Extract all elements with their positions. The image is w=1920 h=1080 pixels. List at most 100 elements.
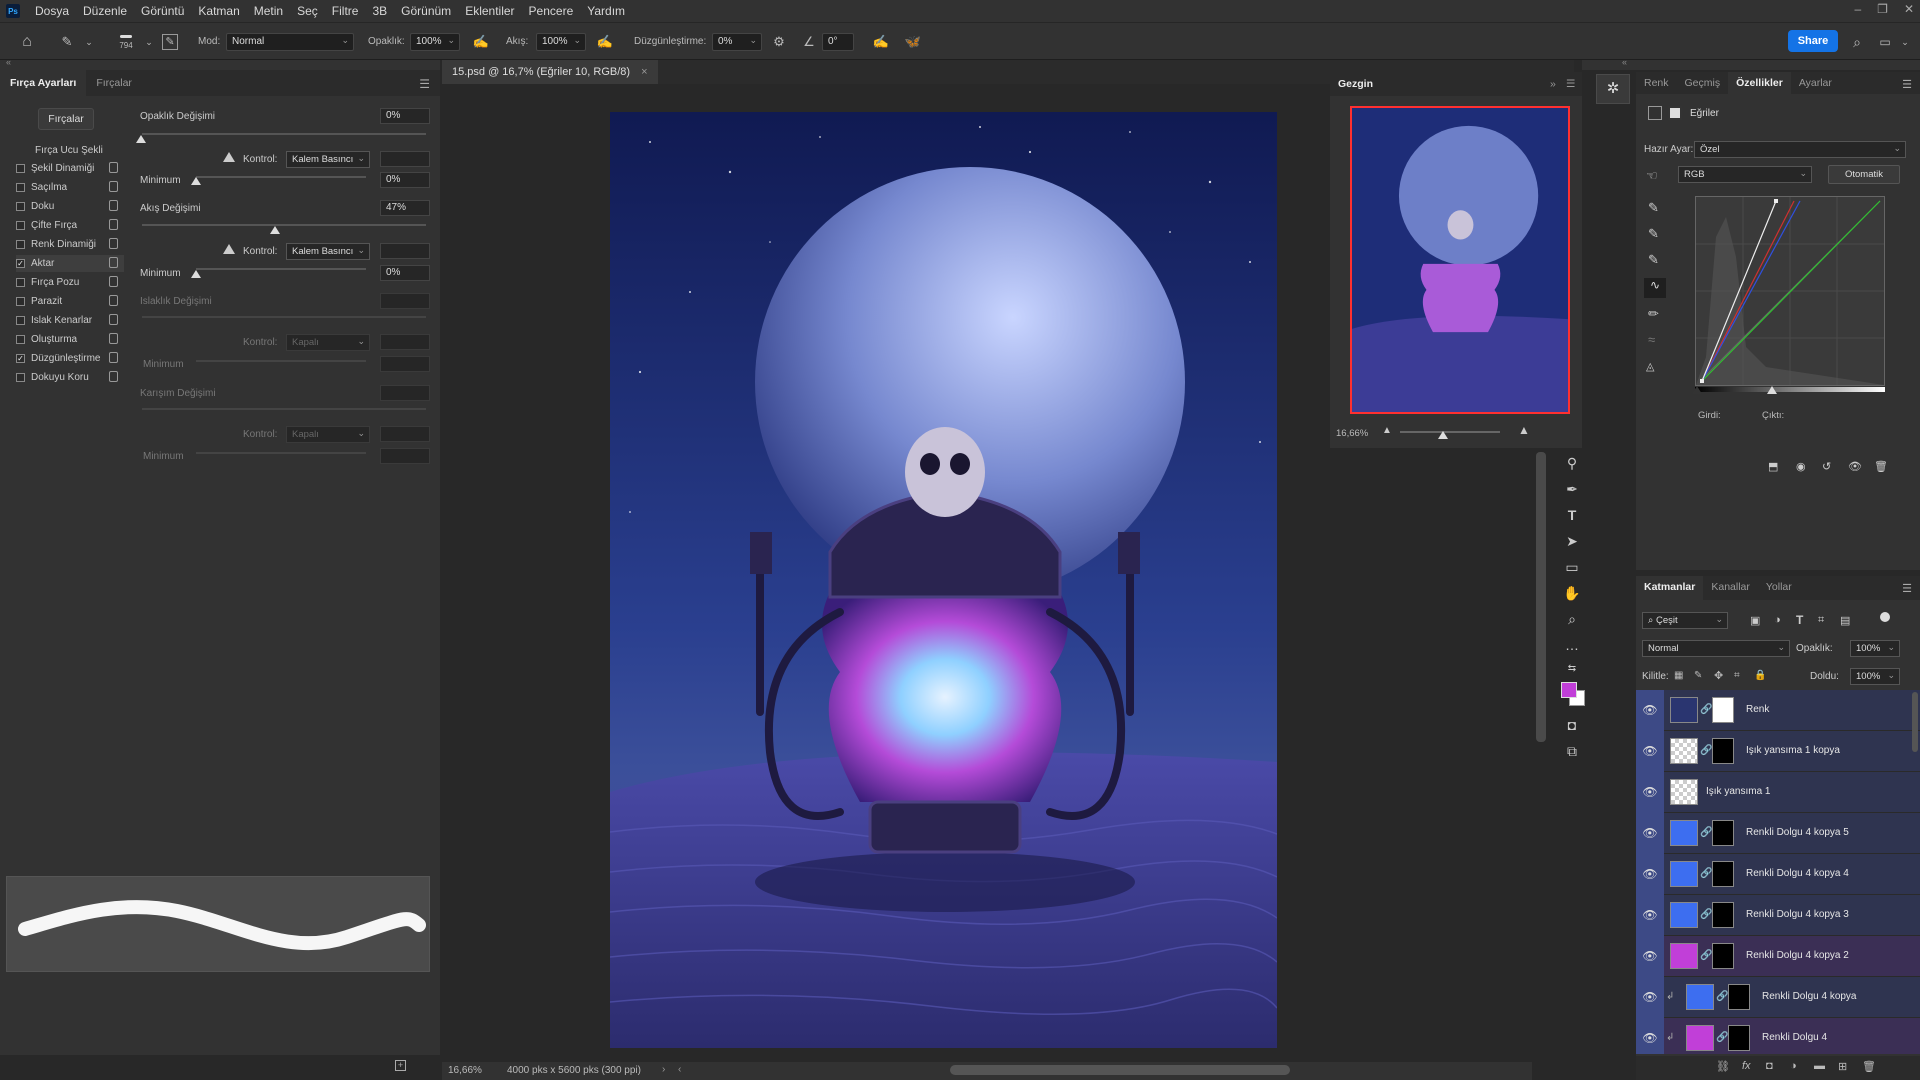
white-point-slider[interactable] (1767, 386, 1777, 394)
eye-icon[interactable]: 👁 (1636, 690, 1664, 731)
smoothing-field[interactable]: 0% ⌄ (712, 33, 762, 51)
layer-row[interactable]: 👁 🔗 Renkli Dolgu 4 kopya 5 (1636, 813, 1920, 854)
rectangle-tool-icon[interactable]: ▭ (1563, 558, 1581, 576)
path-select-tool-icon[interactable]: ➤ (1563, 532, 1581, 550)
reset-icon[interactable]: ↺ (1822, 460, 1831, 473)
eye-icon[interactable]: 👁 (1636, 854, 1664, 895)
tab-brushes[interactable]: Fırçalar (86, 70, 142, 96)
layer-thumbnail[interactable] (1670, 697, 1698, 723)
workspace-icon[interactable]: ▭ (1876, 33, 1894, 51)
zoom-in-icon[interactable]: ▲ (1518, 423, 1530, 437)
targeted-adjust-icon[interactable]: ☜ (1646, 168, 1658, 184)
lock-artboard-icon[interactable]: ⌗ (1734, 670, 1740, 681)
eye-icon[interactable]: 👁 (1636, 895, 1664, 936)
hand-tool-icon[interactable]: ✋ (1563, 584, 1581, 602)
eye-icon[interactable]: 👁 (1636, 977, 1664, 1018)
checkbox[interactable]: ✓ (16, 354, 25, 363)
lock-transparent-icon[interactable]: ▦ (1674, 670, 1683, 681)
pressure-opacity-icon[interactable]: ✍ (472, 33, 490, 51)
clip-to-layer-icon[interactable]: ⬒ (1768, 460, 1778, 473)
link-icon[interactable]: 🔗 (1700, 745, 1712, 756)
lock-icon[interactable] (109, 162, 118, 173)
link-icon[interactable]: 🔗 (1700, 827, 1712, 838)
tab-history[interactable]: Geçmiş (1677, 72, 1729, 94)
layer-thumbnail[interactable] (1686, 1025, 1714, 1051)
layers-scrollbar[interactable] (1912, 692, 1918, 752)
tab-layers[interactable]: Katmanlar (1636, 576, 1704, 600)
delete-layer-icon[interactable]: 🗑 (1862, 1060, 1876, 1073)
auto-button[interactable]: Otomatik (1828, 165, 1900, 184)
brush-setting-item[interactable]: ✓ Düzgünleştirme (16, 350, 124, 367)
brush-preset-picker[interactable]: 794 (112, 29, 140, 55)
lock-icon[interactable] (109, 295, 118, 306)
symmetry-icon[interactable]: 🦋 (904, 33, 922, 51)
mode-select[interactable]: Normal ⌄ (226, 33, 354, 51)
link-icon[interactable]: 🔗 (1716, 991, 1728, 1002)
navigator-thumbnail[interactable] (1350, 106, 1570, 414)
layer-row[interactable]: 👁 🔗 Işık yansıma 1 kopya (1636, 731, 1920, 772)
pen-tool-icon[interactable]: ✒ (1563, 480, 1581, 498)
link-icon[interactable]: 🔗 (1716, 1032, 1728, 1043)
layer-mask-thumbnail[interactable] (1712, 902, 1734, 928)
flow-field[interactable]: 100% ⌄ (536, 33, 586, 51)
tab-adjustments[interactable]: Ayarlar (1791, 72, 1840, 94)
layer-thumbnail[interactable] (1686, 984, 1714, 1010)
collapse-icon[interactable]: « (6, 57, 11, 67)
checkbox[interactable] (16, 373, 25, 382)
menu-help[interactable]: Yardım (580, 4, 632, 18)
airbrush-icon[interactable]: ✍ (596, 33, 614, 51)
brush-setting-item[interactable]: Çifte Fırça (16, 217, 124, 234)
layer-thumbnail[interactable] (1670, 738, 1698, 764)
checkbox[interactable] (16, 202, 25, 211)
minimum-field[interactable]: 0% (380, 265, 430, 281)
close-tab-icon[interactable]: × (641, 66, 647, 78)
curve-edit-icon[interactable]: ∿ (1644, 278, 1666, 298)
checkbox[interactable] (16, 297, 25, 306)
add-mask-icon[interactable]: ◘ (1766, 1060, 1773, 1072)
layer-row[interactable]: 👁 🔗 Renkli Dolgu 4 kopya 2 (1636, 936, 1920, 977)
brush-setting-item[interactable]: Şekil Dinamiği (16, 160, 124, 177)
eye-icon[interactable]: 👁 (1636, 1018, 1664, 1054)
menu-type[interactable]: Metin (247, 4, 290, 18)
layer-row[interactable]: 👁 🔗 Renk (1636, 690, 1920, 731)
vertical-scrollbar[interactable] (1536, 452, 1546, 742)
checkbox[interactable] (16, 221, 25, 230)
angle-field[interactable]: 0° (822, 33, 854, 51)
eye-icon[interactable]: 👁 (1636, 772, 1664, 813)
brush-setting-item[interactable]: Fırça Pozu (16, 274, 124, 291)
chevron-down-icon[interactable]: ⌄ (140, 33, 158, 51)
flow-jitter-slider[interactable] (142, 224, 426, 226)
brush-setting-item[interactable]: Saçılma (16, 179, 124, 196)
brush-setting-item[interactable]: Parazit (16, 293, 124, 310)
checkbox[interactable] (16, 183, 25, 192)
eye-icon[interactable]: 👁 (1636, 731, 1664, 772)
lock-icon[interactable] (109, 352, 118, 363)
brush-tool-icon[interactable]: ✎ (58, 33, 76, 51)
clipping-warning-icon[interactable]: ◬ (1646, 360, 1654, 373)
checkbox[interactable] (16, 335, 25, 344)
document-tab[interactable]: 15.psd @ 16,7% (Eğriler 10, RGB/8) × (442, 60, 658, 84)
checkbox[interactable] (16, 278, 25, 287)
layer-row[interactable]: 👁 Işık yansıma 1 (1636, 772, 1920, 813)
menu-plugins[interactable]: Eklentiler (458, 4, 521, 18)
layer-thumbnail[interactable] (1670, 820, 1698, 846)
flow-control-select[interactable]: Kalem Basıncı ⌄ (286, 243, 370, 260)
opacity-jitter-field[interactable]: 0% (380, 108, 430, 124)
filter-adjustment-icon[interactable]: ◑ (1774, 614, 1781, 626)
menu-window[interactable]: Pencere (522, 4, 581, 18)
link-icon[interactable]: 🔗 (1700, 868, 1712, 879)
type-tool-icon[interactable]: T (1563, 506, 1581, 524)
menu-image[interactable]: Görüntü (134, 4, 191, 18)
zoom-level[interactable]: 16,66% (448, 1065, 482, 1076)
brush-tip-shape-item[interactable]: Fırça Ucu Şekli (35, 145, 103, 156)
zoom-out-icon[interactable]: ▲ (1382, 425, 1392, 436)
lock-icon[interactable] (109, 333, 118, 344)
minimum-slider[interactable] (196, 176, 366, 178)
filter-shape-icon[interactable]: ⌗ (1818, 614, 1824, 627)
lock-icon[interactable] (109, 181, 118, 192)
curve-point[interactable] (1700, 379, 1704, 383)
minimize-icon[interactable]: – (1854, 2, 1861, 16)
link-layers-icon[interactable]: ⛓ (1716, 1060, 1730, 1073)
search-icon[interactable]: ⌕ (1848, 33, 1866, 51)
menu-file[interactable]: Dosya (28, 4, 76, 18)
